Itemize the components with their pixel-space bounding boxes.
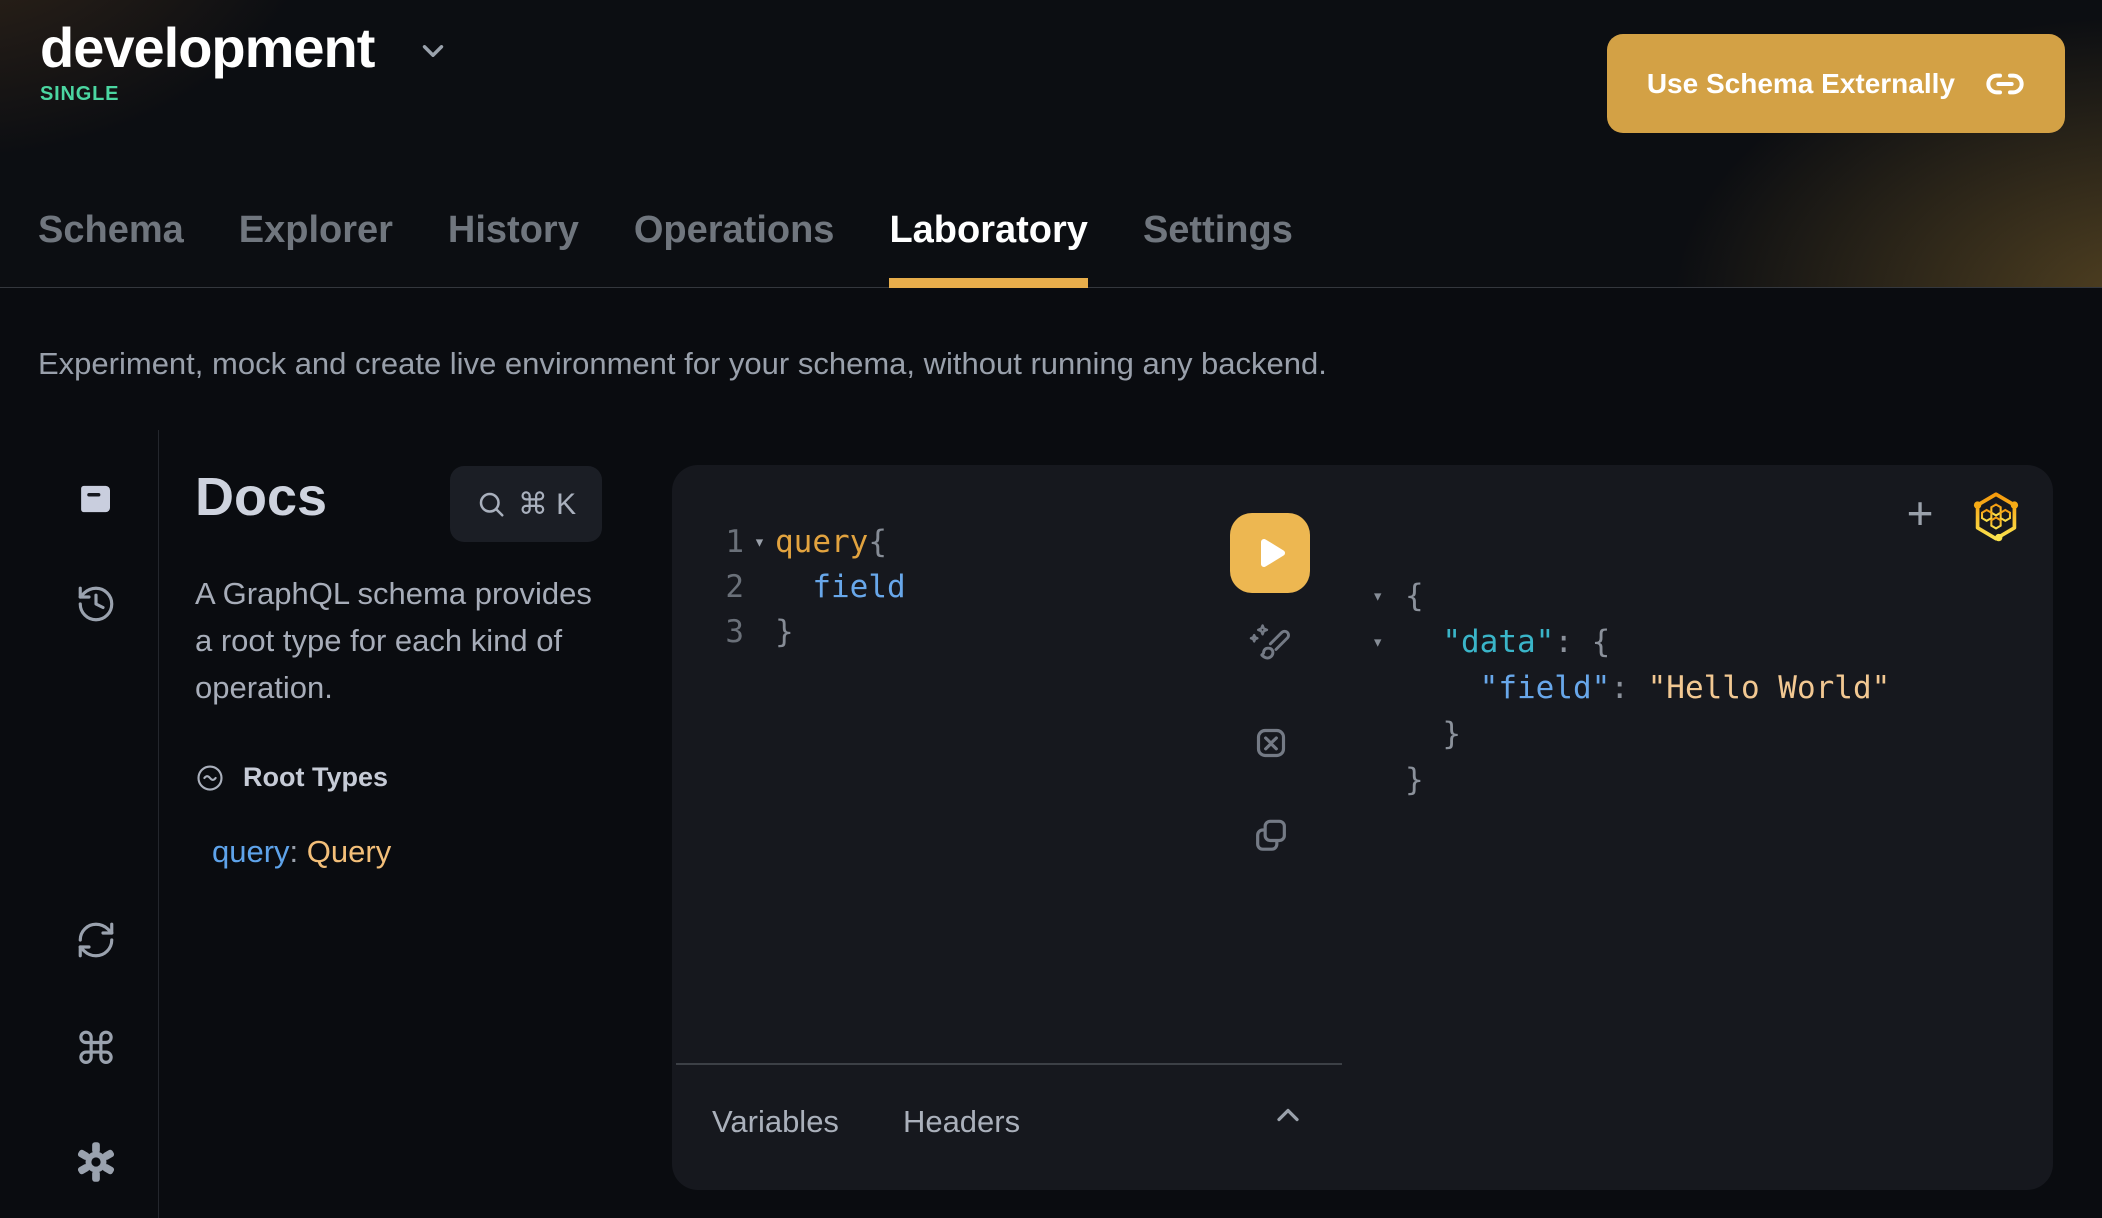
page-description: Experiment, mock and create live environ… bbox=[38, 346, 1327, 382]
root-types-section: Root Types bbox=[195, 762, 388, 793]
chevron-up-icon bbox=[1270, 1097, 1306, 1133]
code-line: 2 field bbox=[708, 565, 906, 610]
command-icon: ⌘ bbox=[74, 1028, 118, 1072]
tab-headers[interactable]: Headers bbox=[903, 1104, 1020, 1140]
target-switcher-button[interactable] bbox=[416, 34, 450, 68]
docs-book-icon bbox=[75, 478, 117, 520]
editor-tools-divider bbox=[676, 1063, 1342, 1065]
hive-logo-icon bbox=[1970, 489, 2022, 545]
fold-toggle-icon[interactable]: ▾ bbox=[1372, 619, 1405, 665]
docs-search-button[interactable]: ⌘ K bbox=[450, 466, 602, 542]
response-indent bbox=[1405, 711, 1442, 757]
root-field-name: query bbox=[212, 834, 290, 869]
response-key-field: "field" bbox=[1480, 665, 1611, 711]
tab-laboratory[interactable]: Laboratory bbox=[889, 209, 1087, 288]
chevron-down-icon bbox=[416, 34, 450, 68]
search-shortcut-label: ⌘ K bbox=[518, 487, 576, 522]
tab-variables[interactable]: Variables bbox=[712, 1104, 839, 1140]
tab-schema[interactable]: Schema bbox=[38, 209, 184, 288]
target-title-block: development SINGLE bbox=[40, 14, 450, 106]
line-number: 1 bbox=[708, 520, 744, 565]
use-schema-externally-label: Use Schema Externally bbox=[1647, 68, 1955, 100]
keyboard-shortcuts-button[interactable]: ⌘ bbox=[74, 1028, 118, 1072]
response-key-data: "data" bbox=[1442, 619, 1554, 665]
code-brace: } bbox=[775, 610, 794, 655]
use-schema-externally-button[interactable]: Use Schema Externally bbox=[1607, 34, 2065, 133]
editor-tools-tabbar: Variables Headers bbox=[712, 1095, 1020, 1149]
root-types-label: Root Types bbox=[243, 762, 388, 793]
root-separator: : bbox=[290, 834, 307, 869]
history-clock-icon bbox=[75, 583, 117, 625]
root-type-query-link[interactable]: query: Query bbox=[212, 834, 391, 870]
prettify-query-button[interactable] bbox=[1248, 620, 1296, 668]
history-plugin-button[interactable] bbox=[74, 582, 118, 626]
copy-query-button[interactable] bbox=[1251, 815, 1291, 855]
refetch-schema-button[interactable] bbox=[74, 918, 118, 962]
play-icon bbox=[1248, 531, 1292, 575]
link-icon bbox=[1985, 64, 2025, 104]
circle-tilde-icon bbox=[195, 763, 225, 793]
code-brace: { bbox=[868, 524, 887, 560]
plus-icon: + bbox=[1907, 487, 1934, 539]
laboratory-page: development SINGLE Use Schema Externally… bbox=[0, 0, 2102, 1218]
root-type-name: Query bbox=[307, 834, 391, 869]
response-line: ▾ { bbox=[1372, 573, 1890, 619]
add-tab-button[interactable]: + bbox=[1894, 487, 1946, 539]
page-title: development bbox=[40, 14, 374, 81]
response-string-value: "Hello World" bbox=[1648, 665, 1891, 711]
settings-button[interactable] bbox=[74, 1140, 118, 1184]
execute-query-button[interactable] bbox=[1230, 513, 1310, 593]
copy-icon bbox=[1251, 815, 1291, 855]
graphiql-sidebar: ⌘ bbox=[0, 430, 159, 1218]
response-brace: { bbox=[1405, 573, 1424, 619]
docs-plugin-button[interactable] bbox=[74, 477, 118, 521]
response-punc: : bbox=[1610, 665, 1647, 711]
fold-toggle-icon[interactable]: ▾ bbox=[744, 520, 775, 565]
docs-panel-title: Docs bbox=[195, 466, 327, 528]
merge-icon bbox=[1251, 723, 1291, 763]
refresh-icon bbox=[75, 919, 117, 961]
gear-icon bbox=[74, 1140, 118, 1184]
page-header: development SINGLE Use Schema Externally… bbox=[0, 0, 2102, 288]
line-number: 2 bbox=[708, 565, 744, 610]
docs-panel: Docs ⌘ K A GraphQL schema provides a roo… bbox=[160, 430, 672, 1218]
tab-history[interactable]: History bbox=[448, 209, 579, 288]
collapse-tools-button[interactable] bbox=[1270, 1097, 1306, 1133]
response-line: "field": "Hello World" bbox=[1372, 665, 1890, 711]
code-line: 1 ▾ query{ bbox=[708, 520, 906, 565]
response-viewer: ▾ { ▾ "data": { "field": "Hello World" }… bbox=[1372, 573, 1890, 803]
prettify-brush-icon bbox=[1248, 620, 1296, 668]
response-indent bbox=[1405, 665, 1480, 711]
code-keyword: query bbox=[775, 524, 868, 560]
fold-toggle-icon[interactable]: ▾ bbox=[1372, 573, 1405, 619]
response-indent bbox=[1405, 619, 1442, 665]
response-brace: } bbox=[1405, 757, 1424, 803]
hive-logo-button[interactable] bbox=[1970, 489, 2022, 545]
code-field: field bbox=[775, 565, 906, 610]
line-number: 3 bbox=[708, 610, 744, 655]
status-badge: SINGLE bbox=[40, 83, 450, 106]
tab-settings[interactable]: Settings bbox=[1143, 209, 1293, 288]
query-editor[interactable]: 1 ▾ query{ 2 field 3 } bbox=[708, 520, 906, 655]
response-line: ▾ "data": { bbox=[1372, 619, 1890, 665]
response-line: } bbox=[1372, 757, 1890, 803]
code-line: 3 } bbox=[708, 610, 906, 655]
tab-explorer[interactable]: Explorer bbox=[239, 209, 393, 288]
search-icon bbox=[476, 489, 506, 519]
target-nav-tabs: Schema Explorer History Operations Labor… bbox=[38, 209, 1293, 288]
response-line: } bbox=[1372, 711, 1890, 757]
merge-fragments-button[interactable] bbox=[1251, 723, 1291, 763]
docs-description: A GraphQL schema provides a root type fo… bbox=[195, 570, 615, 711]
graphiql-editor-card: 1 ▾ query{ 2 field 3 } bbox=[672, 465, 2053, 1190]
response-brace: } bbox=[1442, 711, 1461, 757]
response-punc: : { bbox=[1554, 619, 1610, 665]
tab-operations[interactable]: Operations bbox=[634, 209, 835, 288]
